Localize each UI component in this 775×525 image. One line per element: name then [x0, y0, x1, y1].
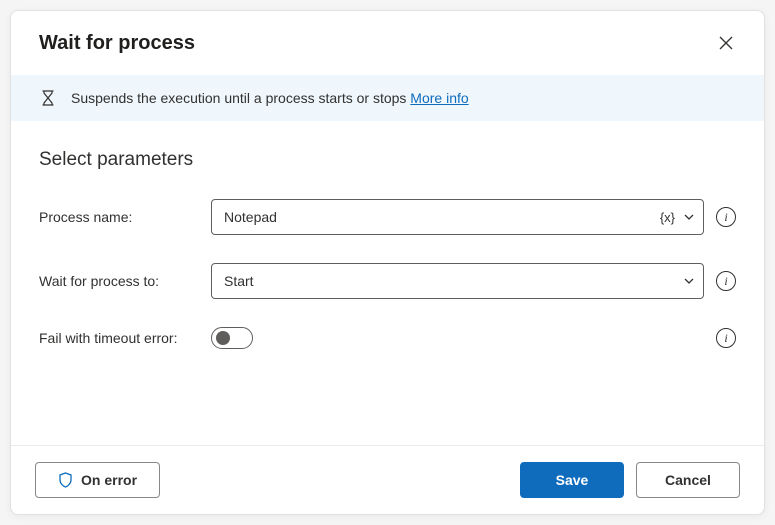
toggle-knob: [216, 331, 230, 345]
section-title: Select parameters: [39, 149, 736, 171]
fail-timeout-label: Fail with timeout error:: [39, 330, 199, 346]
fail-timeout-row: Fail with timeout error: i: [39, 327, 736, 349]
wait-for-select[interactable]: Start: [211, 263, 704, 299]
process-name-row: Process name: Notepad {x} i: [39, 199, 736, 235]
on-error-button[interactable]: On error: [35, 462, 160, 498]
process-name-input[interactable]: Notepad {x}: [211, 199, 704, 235]
close-button[interactable]: [712, 29, 740, 57]
shield-icon: [58, 472, 73, 488]
wait-for-process-dialog: Wait for process Suspends the execution …: [10, 10, 765, 515]
wait-for-label: Wait for process to:: [39, 273, 199, 289]
cancel-button[interactable]: Cancel: [636, 462, 740, 498]
hourglass-icon: [39, 89, 57, 107]
wait-for-row: Wait for process to: Start i: [39, 263, 736, 299]
dialog-content: Select parameters Process name: Notepad …: [11, 121, 764, 445]
dialog-title: Wait for process: [39, 32, 195, 55]
process-name-label: Process name:: [39, 209, 199, 225]
cancel-label: Cancel: [665, 472, 711, 488]
wait-for-value: Start: [224, 273, 683, 289]
info-banner: Suspends the execution until a process s…: [11, 75, 764, 121]
dialog-header: Wait for process: [11, 11, 764, 75]
save-button[interactable]: Save: [520, 462, 624, 498]
chevron-down-icon[interactable]: [683, 211, 695, 223]
banner-text: Suspends the execution until a process s…: [71, 90, 469, 106]
process-name-help[interactable]: i: [716, 207, 736, 227]
more-info-link[interactable]: More info: [410, 90, 468, 106]
chevron-down-icon[interactable]: [683, 275, 695, 287]
wait-for-help[interactable]: i: [716, 271, 736, 291]
banner-message: Suspends the execution until a process s…: [71, 90, 410, 106]
close-icon: [719, 36, 733, 50]
dialog-footer: On error Save Cancel: [11, 445, 764, 514]
save-label: Save: [556, 472, 589, 488]
process-name-value: Notepad: [224, 209, 658, 225]
fail-timeout-toggle[interactable]: [211, 327, 253, 349]
variable-picker-icon[interactable]: {x}: [658, 210, 677, 225]
fail-timeout-help[interactable]: i: [716, 328, 736, 348]
on-error-label: On error: [81, 472, 137, 488]
